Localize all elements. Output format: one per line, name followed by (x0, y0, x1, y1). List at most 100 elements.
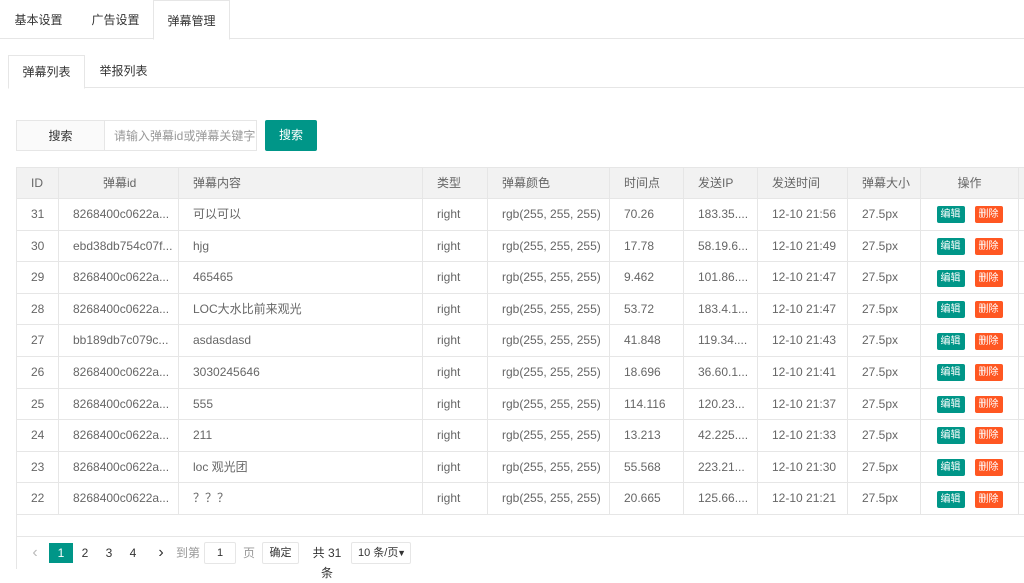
table-row: 23 8268400c0622a... loc 观光团 right rgb(255, 2… (17, 451, 1024, 484)
table-cell: 183.4.1... (684, 293, 758, 325)
table-cell: 31 (17, 199, 59, 230)
column-header: ID (17, 168, 59, 198)
top-tabs: 基本设置 广告设置 弹幕管理 (0, 0, 1024, 40)
search-button[interactable]: 搜索 (265, 120, 317, 151)
table-cell: 183.35.... (684, 199, 758, 230)
table-cell: right (423, 420, 488, 451)
table-cell: 24 (17, 420, 59, 451)
delete-button[interactable]: 删除 (974, 459, 1003, 477)
table-cell: 27.5px (848, 262, 921, 293)
page-2[interactable]: 2 (77, 543, 93, 563)
edit-button[interactable]: 编辑 (936, 301, 965, 319)
table-cell: 12-10 21:30 (758, 451, 848, 483)
table-cell: 27.5px (848, 293, 921, 325)
delete-button[interactable]: 删除 (974, 301, 1003, 319)
table-cell: 8268400c0622a... (59, 483, 179, 514)
delete-button[interactable]: 删除 (974, 364, 1003, 382)
edit-button[interactable]: 编辑 (936, 206, 965, 224)
delete-button[interactable]: 删除 (974, 427, 1003, 445)
table-cell: 555 (179, 388, 423, 420)
table-cell: 8268400c0622a... (59, 451, 179, 483)
table-cell: 12-10 21:56 (758, 199, 848, 230)
table-cell: 12-10 21:37 (758, 388, 848, 420)
table-cell: 223.21... (684, 451, 758, 483)
table-cell: 25 (17, 388, 59, 420)
edit-button[interactable]: 编辑 (936, 269, 965, 287)
page-1[interactable]: 1 (49, 543, 73, 563)
table-cell: right (423, 356, 488, 388)
edit-button[interactable]: 编辑 (936, 490, 965, 508)
delete-button[interactable]: 删除 (974, 332, 1003, 350)
tab-danmaku-management[interactable]: 弹幕管理 (153, 0, 230, 40)
page-4[interactable]: 4 (125, 543, 141, 563)
table-cell: 12-10 21:47 (758, 262, 848, 293)
table-cell: 27.5px (848, 325, 921, 356)
page-size-value: 10 条/页 (358, 547, 399, 559)
column-header: 弹幕内容 (179, 168, 423, 198)
table-cell: 22 (17, 483, 59, 514)
table-cell: 120.23... (684, 388, 758, 420)
table-cell: 58.19.6... (684, 230, 758, 262)
edit-button[interactable]: 编辑 (936, 459, 965, 477)
pagination: ‹ 1 2 3 4 › 到第 1 页 确定 共 31 条 10 条/页 ▼ (16, 537, 1024, 580)
tab-ad-settings[interactable]: 广告设置 (77, 0, 154, 39)
table-cell: 18.696 (610, 356, 684, 388)
table-cell: 26 (17, 356, 59, 388)
table-cell: 29 (17, 262, 59, 293)
table-cell: 13.213 (610, 420, 684, 451)
total-count: 共 31 条 (312, 546, 342, 580)
table-cell: right (423, 262, 488, 293)
table-cell: rgb(255, 255, 255) (488, 325, 610, 356)
table-cell: 125.66.... (684, 483, 758, 514)
goto-page-input[interactable]: 1 (204, 542, 236, 564)
table-cell: 8268400c0622a... (59, 388, 179, 420)
table-row: 26 8268400c0622a... 3030245646 right rgb(255… (17, 356, 1024, 389)
table-cell: 8268400c0622a... (59, 293, 179, 325)
next-page-button[interactable]: › (153, 543, 169, 563)
edit-button[interactable]: 编辑 (936, 395, 965, 413)
table-cell: 8268400c0622a... (59, 199, 179, 230)
table-cell: 12-10 21:43 (758, 325, 848, 356)
column-header: 发送时间 (758, 168, 848, 198)
table-cell: 3030245646 (179, 356, 423, 388)
table-cell: 465465 (179, 262, 423, 293)
actions-cell: 编辑 删除 (921, 199, 1019, 230)
tab-danmaku-list[interactable]: 弹幕列表 (8, 55, 85, 89)
column-header: 类型 (423, 168, 488, 198)
edit-button[interactable]: 编辑 (936, 237, 965, 255)
confirm-button[interactable]: 确定 (262, 542, 299, 564)
goto-label: 到第 (175, 546, 200, 560)
table-cell: 23 (17, 451, 59, 483)
table-cell: 28 (17, 293, 59, 325)
table-cell: right (423, 451, 488, 483)
edit-button[interactable]: 编辑 (936, 332, 965, 350)
actions-cell: 编辑 删除 (921, 262, 1019, 293)
actions-cell: 编辑 删除 (921, 388, 1019, 420)
table-cell: 119.34.... (684, 325, 758, 356)
delete-button[interactable]: 删除 (974, 206, 1003, 224)
delete-button[interactable]: 删除 (974, 395, 1003, 413)
search-input[interactable] (104, 120, 257, 151)
delete-button[interactable]: 删除 (974, 490, 1003, 508)
table-cell: bb189db7c079c... (59, 325, 179, 356)
table-cell: rgb(255, 255, 255) (488, 293, 610, 325)
search-label: 搜索 (16, 120, 105, 151)
page-unit-label: 页 (242, 546, 255, 560)
table-cell: 20.665 (610, 483, 684, 514)
edit-button[interactable]: 编辑 (936, 427, 965, 445)
tab-basic-settings[interactable]: 基本设置 (0, 0, 77, 39)
table-cell: ebd38db754c07f... (59, 230, 179, 262)
page-3[interactable]: 3 (101, 543, 117, 563)
table-cell: 36.60.1... (684, 356, 758, 388)
edit-button[interactable]: 编辑 (936, 364, 965, 382)
actions-cell: 编辑 删除 (921, 420, 1019, 451)
table-row: 30 ebd38db754c07f... hjg right rgb(255, 255,… (17, 230, 1024, 263)
danmaku-table: ID 弹幕id 弹幕内容 类型 弹幕颜色 时间点 发送IP 发送时间 弹幕大小 操作 31 8268… (16, 167, 1024, 515)
page-size-select[interactable]: 10 条/页 ▼ (351, 542, 411, 564)
prev-page-button[interactable]: ‹ (27, 543, 43, 563)
table-row: 28 8268400c0622a... LOC大水比前来观光 right rgb(255… (17, 293, 1024, 326)
table-cell: 53.72 (610, 293, 684, 325)
delete-button[interactable]: 删除 (974, 269, 1003, 287)
delete-button[interactable]: 删除 (974, 237, 1003, 255)
tab-report-list[interactable]: 举报列表 (85, 55, 162, 88)
